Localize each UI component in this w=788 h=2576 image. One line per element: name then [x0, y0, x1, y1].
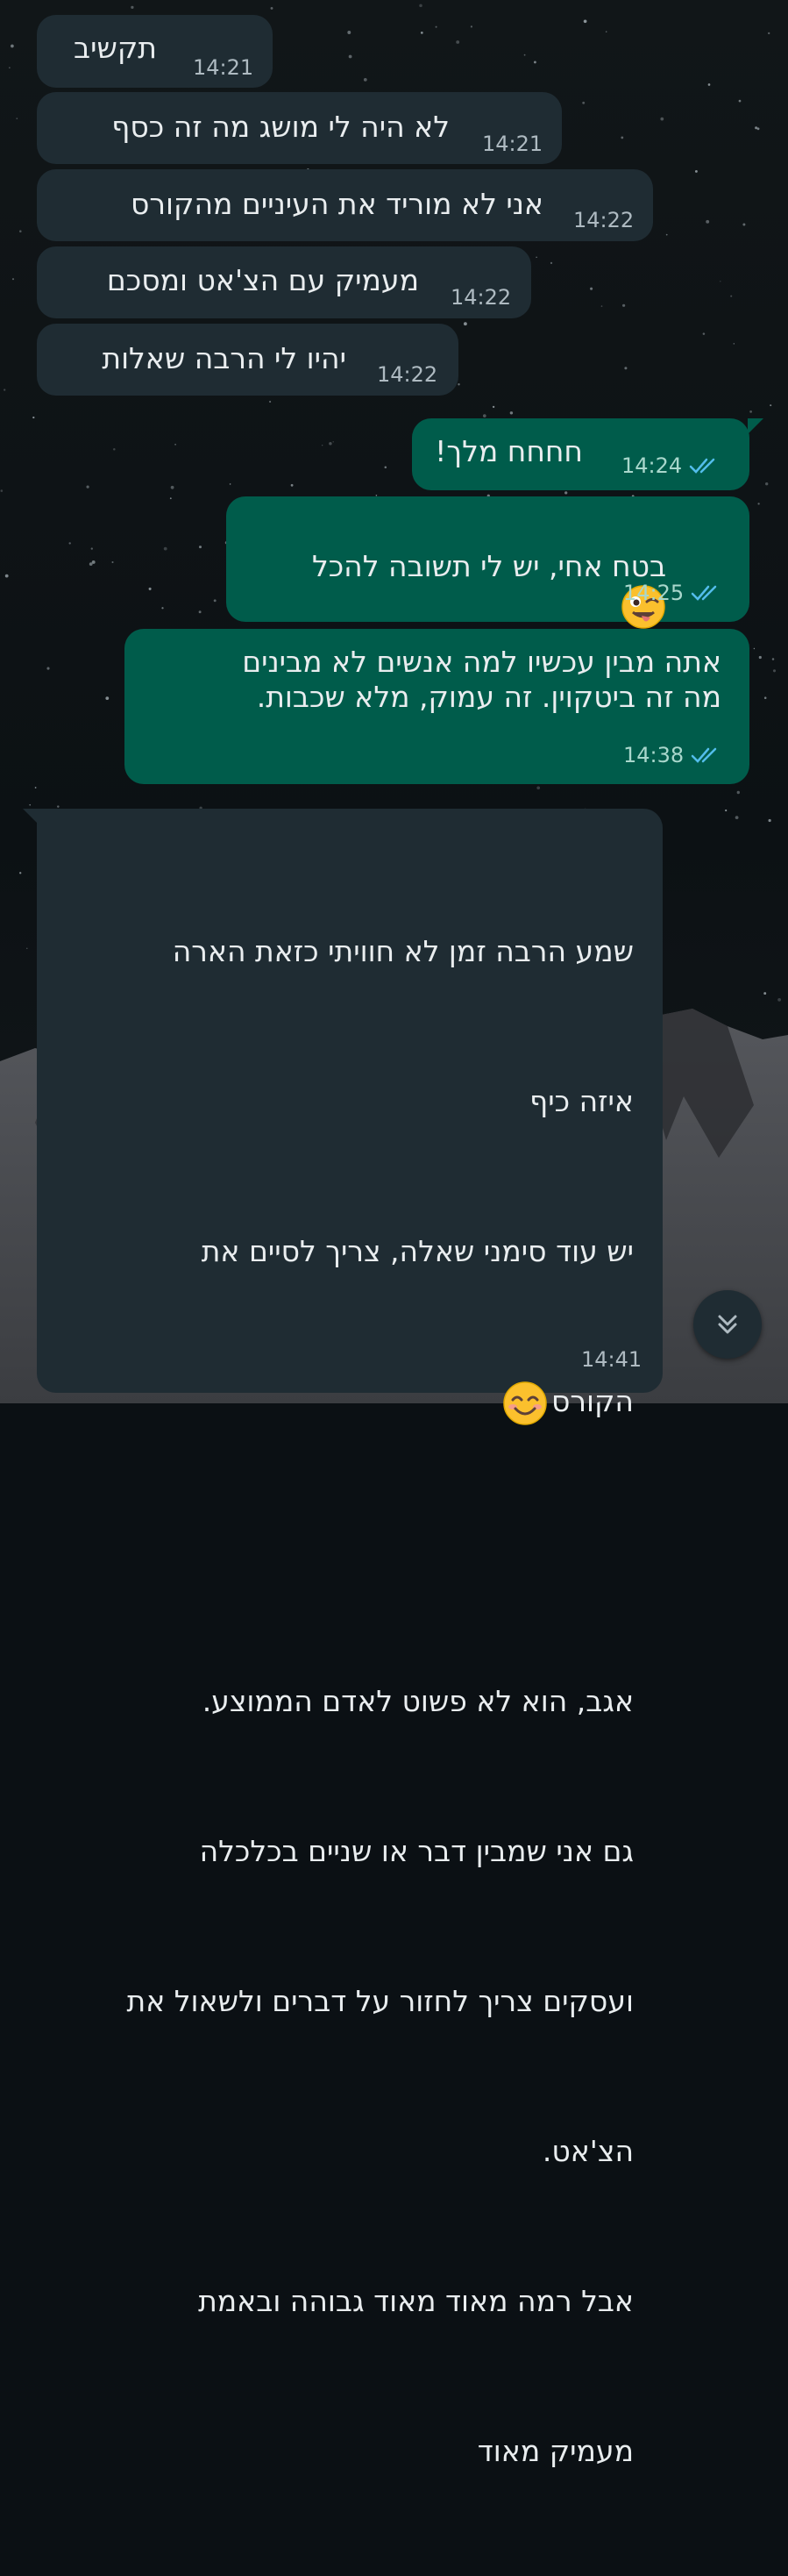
message-text: תקשיב — [74, 31, 157, 65]
message-time: 14:22 — [573, 208, 635, 232]
message-line: אבל רמה מאוד מאוד גבוהה ובאמת — [198, 2284, 634, 2318]
message-time: 14:22 — [451, 285, 512, 310]
message-line: מעמיק מאוד — [477, 2434, 634, 2468]
message-line: אתה מבין עכשיו למה אנשים לא מבינים — [242, 645, 721, 679]
message-text: לא היה לי מושג מה זה כסף — [111, 110, 450, 144]
message-time: 14:38 — [623, 743, 685, 767]
message-line: גם אני שמבין דבר או שניים בכלכלה — [199, 1834, 634, 1868]
message-time: 14:21 — [193, 55, 254, 80]
message-text: שמע הרבה זמן לא חוויתי כזאת הארה איזה כי… — [127, 826, 634, 2576]
message-meta: 14:24 — [621, 453, 724, 478]
message-time: 14:41 — [581, 1347, 642, 1372]
message-line: הצ'אט. — [542, 2134, 634, 2168]
message-line: הקורס — [127, 1376, 634, 1426]
message-text: חחחח מלך! — [435, 434, 583, 468]
outgoing-message[interactable]: אתה מבין עכשיו למה אנשים לא מבינים מה זה… — [124, 629, 749, 784]
scroll-to-bottom-button[interactable] — [693, 1290, 762, 1359]
incoming-message[interactable]: שמע הרבה זמן לא חוויתי כזאת הארה איזה כי… — [23, 809, 663, 2468]
double-check-read-icon — [691, 747, 717, 763]
outgoing-message[interactable]: חחחח מלך! 14:24 — [412, 418, 763, 490]
message-line: איזה כיף — [529, 1084, 634, 1118]
message-time: 14:21 — [482, 132, 543, 156]
message-meta: 14:25 — [623, 581, 726, 605]
double-check-read-icon — [689, 458, 715, 474]
incoming-message[interactable]: אני לא מוריד את העיניים מהקורס 14:22 — [37, 169, 653, 241]
incoming-message[interactable]: יהיו לי הרבה שאלות 14:22 — [37, 324, 458, 396]
message-line-text: הקורס — [550, 1384, 634, 1418]
message-line: מה זה ביטקוין. זה עמוק, מלא שכבות. — [256, 680, 721, 714]
message-line: שמע הרבה זמן לא חוויתי כזאת הארה — [172, 934, 634, 968]
message-body: בטח אחי, יש לי תשובה להכל — [311, 549, 667, 583]
message-time: 14:22 — [377, 362, 438, 387]
double-chevron-down-icon — [718, 1315, 737, 1334]
message-text: אני לא מוריד את העיניים מהקורס — [131, 187, 543, 221]
bubble-tail — [23, 809, 39, 824]
message-line — [127, 1526, 634, 1576]
incoming-message[interactable]: תקשיב 14:21 — [37, 15, 273, 88]
message-time: 14:24 — [621, 453, 683, 478]
bubble-tail — [748, 418, 763, 434]
message-meta: 14:38 — [623, 743, 726, 767]
incoming-message[interactable]: לא היה לי מושג מה זה כסף 14:21 — [37, 92, 562, 164]
outgoing-message[interactable]: בטח אחי, יש לי תשובה להכל 14:25 — [226, 496, 749, 629]
message-line: יש עוד סימני שאלה, צריך לסיים את — [201, 1234, 634, 1268]
double-check-read-icon — [691, 585, 717, 601]
message-line: אגב, הוא לא פשוט לאדם הממוצע. — [202, 1684, 634, 1718]
message-line: ועסקים צריך לחזור על דברים ולשאול את — [126, 1984, 634, 2018]
message-time: 14:25 — [623, 581, 685, 605]
chat-area: תקשיב 14:21 לא היה לי מושג מה זה כסף 14:… — [0, 0, 788, 2468]
message-text: יהיו לי הרבה שאלות — [102, 341, 346, 375]
incoming-message[interactable]: מעמיק עם הצ'אט ומסכם 14:22 — [37, 246, 531, 318]
message-text: מעמיק עם הצ'אט ומסכם — [106, 263, 419, 297]
message-text: אתה מבין עכשיו למה אנשים לא מבינים מה זה… — [242, 645, 721, 715]
